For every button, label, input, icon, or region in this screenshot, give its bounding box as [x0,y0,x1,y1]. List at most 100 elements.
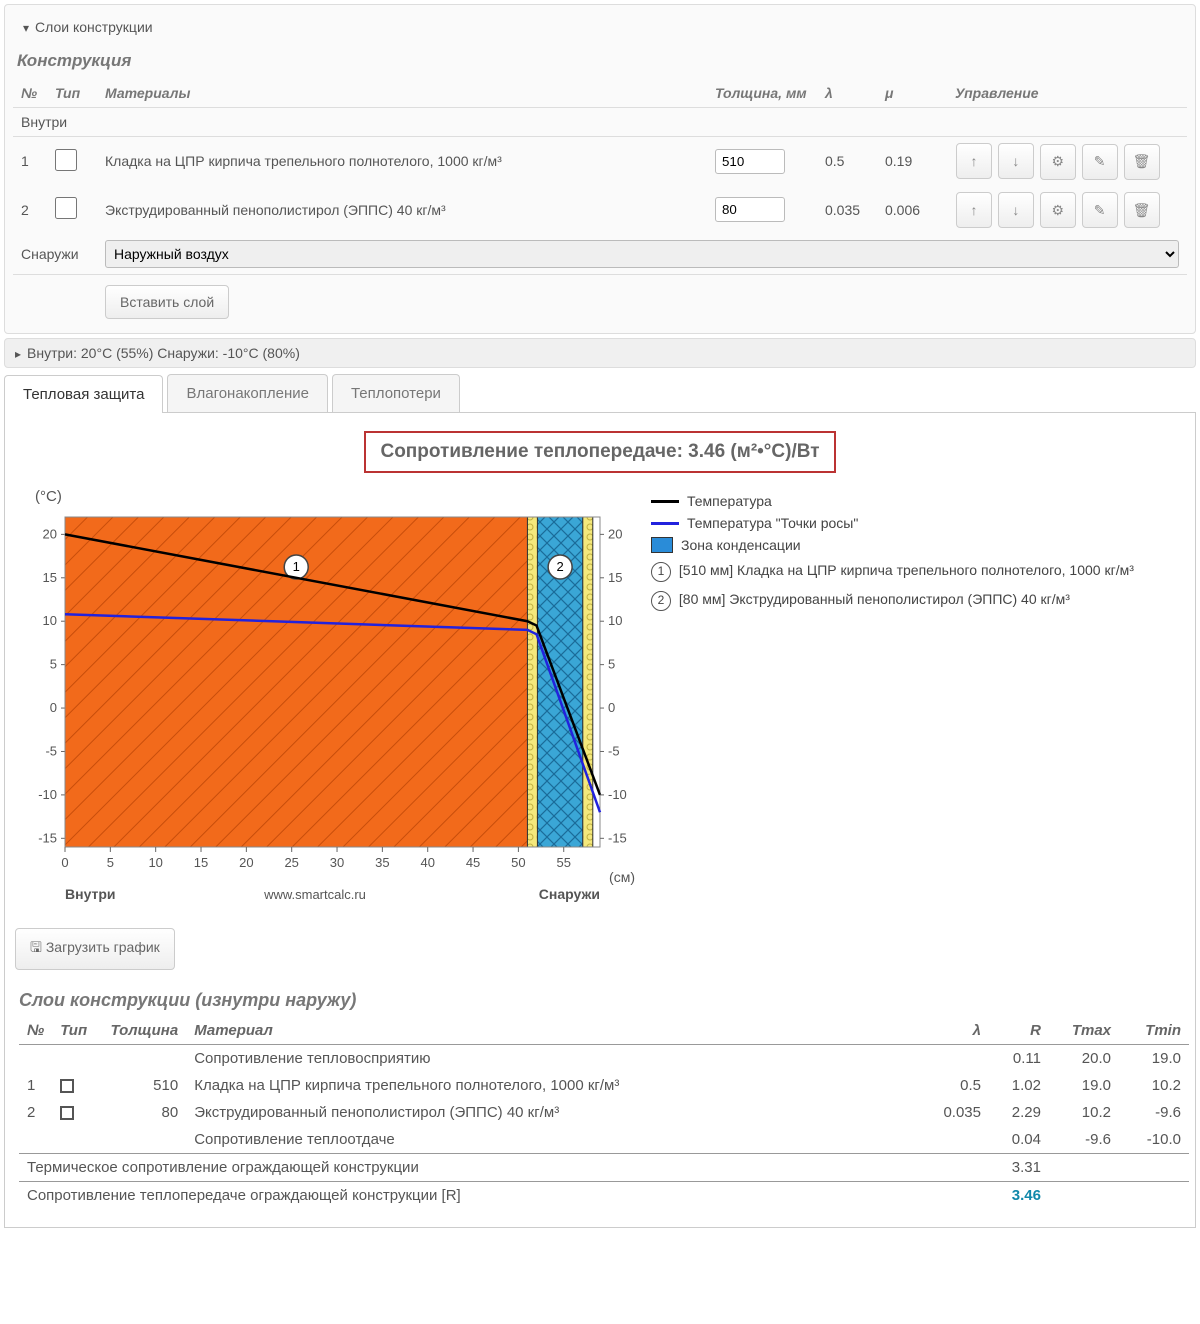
col-controls: Управление [947,79,1187,108]
svg-text:20: 20 [43,526,57,541]
move-up-button[interactable]: ↑ [956,192,992,228]
svg-text:30: 30 [330,855,344,870]
col-num: № [13,79,47,108]
move-up-button[interactable]: ↑ [956,143,992,179]
settings-button[interactable]: ⚙ [1040,192,1076,228]
results-title: Слои конструкции (изнутри наружу) [19,990,1181,1011]
thickness-input[interactable] [715,197,785,222]
svg-text:20: 20 [239,855,253,870]
tab-thermal[interactable]: Тепловая защита [4,375,163,413]
tab-moisture[interactable]: Влагонакопление [167,374,328,412]
col-lambda: λ [817,79,877,108]
tab-heatloss[interactable]: Теплопотери [332,374,460,412]
svg-text:-5: -5 [608,743,620,758]
chevron-right-icon [15,345,21,361]
conditions-title: Внутри: 20°C (55%) Снаружи: -10°C (80%) [27,345,300,361]
move-down-button[interactable]: ↓ [998,192,1034,228]
material-name: Экструдированный пенополистирол (ЭППС) 4… [97,186,707,235]
legend-layer-2: 2 [80 мм] Экструдированный пенополистиро… [651,590,1185,611]
circled-2-icon: 2 [651,591,671,611]
lambda-value: 0.035 [817,186,877,235]
svg-text:15: 15 [608,570,622,585]
legend-temperature: Температура [651,493,1185,509]
svg-text:10: 10 [608,613,622,628]
svg-text:5: 5 [107,855,114,870]
result-row: 280Экструдированный пенополистирол (ЭППС… [19,1099,1189,1126]
col-type: Тип [47,79,97,108]
thermal-chart: (°C) -15 -10 -5 0 5 10 15 20 1 2 0 5 10 15 20 25 30 35… [15,487,635,907]
col-mu: μ [877,79,947,108]
svg-text:-10: -10 [38,787,57,802]
box-icon [651,537,673,553]
edit-button[interactable]: ✎ [1082,192,1118,228]
chevron-down-icon [23,19,29,35]
svg-text:-15: -15 [608,830,627,845]
layer-row: 2 Экструдированный пенополистирол (ЭППС)… [13,186,1187,235]
legend-layer-1: 1 [510 мм] Кладка на ЦПР кирпича трепель… [651,561,1185,582]
svg-text:-5: -5 [45,743,57,758]
svg-text:55: 55 [556,855,570,870]
svg-text:5: 5 [50,657,57,672]
svg-text:15: 15 [43,570,57,585]
resistance-banner: Сопротивление теплопередаче: 3.46 (м²•°С… [364,431,835,473]
row-num: 2 [13,186,47,235]
layer-row: 1 Кладка на ЦПР кирпича трепельного полн… [13,137,1187,186]
svg-text:15: 15 [194,855,208,870]
col-thickness: Толщина, мм [707,79,817,108]
lambda-value: 0.5 [817,137,877,186]
section-layers-title: Слои конструкции [35,19,153,35]
svg-text:0: 0 [61,855,68,870]
svg-text:0: 0 [608,700,615,715]
result-row: Сопротивление теплоотдаче 0.04-9.6-10.0 [19,1126,1189,1154]
construction-subtitle: Конструкция [17,51,1187,71]
svg-text:-15: -15 [38,830,57,845]
y-axis-label: (°C) [35,488,62,505]
material-name: Кладка на ЦПР кирпича трепельного полнот… [97,137,707,186]
svg-text:50: 50 [511,855,525,870]
layer-type-checkbox[interactable] [55,149,77,171]
row-num: 1 [13,137,47,186]
svg-text:2: 2 [557,559,564,574]
mu-value: 0.006 [877,186,947,235]
legend-condensation: Зона конденсации [651,537,1185,553]
line-icon [651,522,679,525]
layer-type-checkbox[interactable] [55,197,77,219]
svg-text:-10: -10 [608,787,627,802]
settings-button[interactable]: ⚙ [1040,144,1076,180]
svg-text:Внутри: Внутри [65,886,116,902]
tabs: Тепловая защита Влагонакопление Теплопот… [4,374,1196,413]
svg-text:0: 0 [50,700,57,715]
svg-text:25: 25 [284,855,298,870]
outside-select[interactable]: Наружный воздух [105,240,1179,268]
results-table: № Тип Толщина Материал λ R Tmax Tmin Соп… [19,1017,1189,1209]
result-row: 1510Кладка на ЦПР кирпича трепельного по… [19,1072,1189,1099]
section-layers-header[interactable]: Слои конструкции [13,13,1187,41]
thickness-input[interactable] [715,149,785,174]
tab-content: Сопротивление теплопередаче: 3.46 (м²•°С… [4,413,1196,1228]
svg-text:40: 40 [420,855,434,870]
download-chart-button[interactable]: 🖫 Загрузить график [15,928,175,970]
svg-text:(см): (см) [609,869,635,885]
line-icon [651,500,679,503]
delete-button[interactable]: 🗑 [1124,192,1160,228]
svg-text:www.smartcalc.ru: www.smartcalc.ru [263,887,366,902]
svg-text:5: 5 [608,657,615,672]
move-down-button[interactable]: ↓ [998,143,1034,179]
svg-text:10: 10 [148,855,162,870]
edit-button[interactable]: ✎ [1082,144,1118,180]
insert-layer-button[interactable]: Вставить слой [105,285,229,319]
delete-button[interactable]: 🗑 [1124,144,1160,180]
mu-value: 0.19 [877,137,947,186]
svg-text:1: 1 [293,559,300,574]
layers-table: № Тип Материалы Толщина, мм λ μ Управлен… [13,79,1187,325]
svg-text:45: 45 [466,855,480,870]
circled-1-icon: 1 [651,562,671,582]
svg-text:10: 10 [43,613,57,628]
section-conditions-header[interactable]: Внутри: 20°C (55%) Снаружи: -10°C (80%) [4,338,1196,368]
legend-dewpoint: Температура "Точки росы" [651,515,1185,531]
download-icon: 🖫 [30,939,42,955]
svg-text:Снаружи: Снаружи [539,886,600,902]
outside-label: Снаружи [13,234,97,275]
svg-text:35: 35 [375,855,389,870]
result-row: Сопротивление тепловосприятию 0.1120.019… [19,1045,1189,1073]
